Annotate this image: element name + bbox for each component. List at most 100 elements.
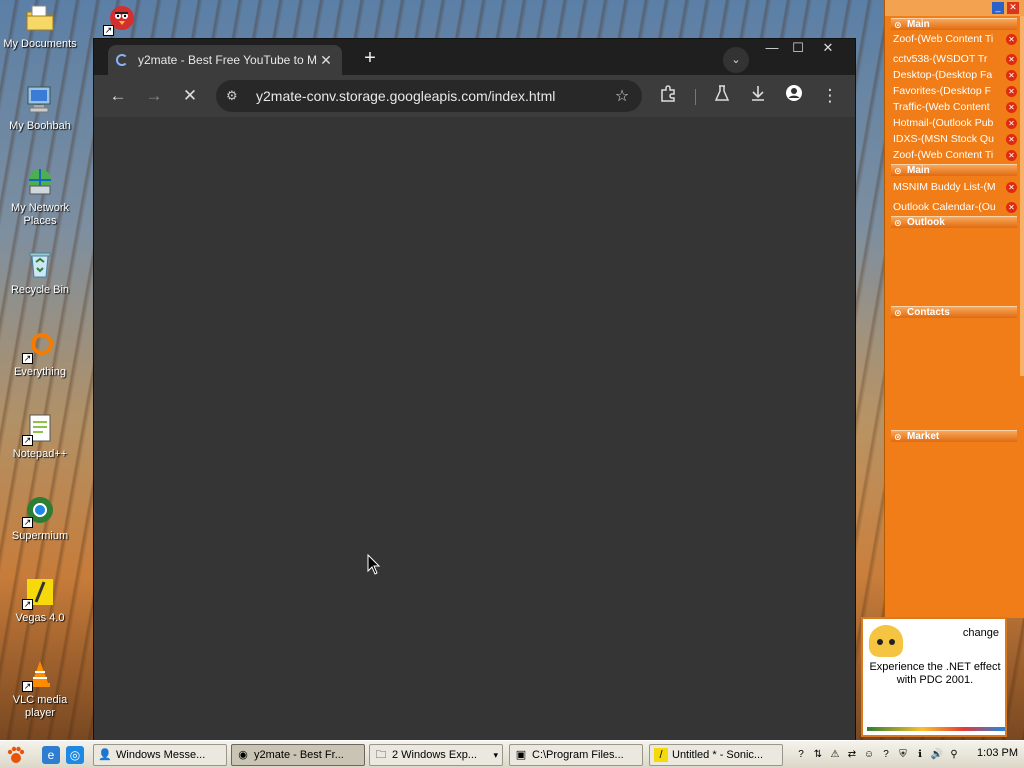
taskbar-clock[interactable]: 1:03 PM	[977, 747, 1018, 759]
desktop-icon-angry-bird[interactable]: ↗	[103, 2, 139, 38]
remove-icon[interactable]: ✕	[1006, 86, 1017, 97]
folder-documents-icon	[24, 2, 56, 34]
taskbar: e ◎ 👤 Windows Messe... ◉ y2mate - Best F…	[0, 740, 1024, 768]
remove-icon[interactable]: ✕	[1006, 54, 1017, 65]
desktop-icon-supermium[interactable]: ↗ Supermium	[0, 494, 80, 543]
messenger-tray-icon[interactable]: ☺	[862, 748, 876, 762]
vegas-icon: /	[654, 748, 668, 762]
start-button[interactable]	[6, 745, 26, 765]
desktop-icon-my-boohbah[interactable]: My Boohbah	[0, 84, 80, 133]
task-y2mate-browser[interactable]: ◉ y2mate - Best Fr...	[231, 744, 365, 766]
url-text: y2mate-conv.storage.googleapis.com/index…	[256, 88, 556, 104]
sidebar-section-outlook[interactable]: Outlook	[891, 216, 1017, 229]
desktop-icon-vegas[interactable]: ↗ Vegas 4.0	[0, 576, 80, 625]
shortcut-arrow-icon: ↗	[22, 353, 33, 364]
loading-spinner-icon	[116, 54, 128, 66]
security-shield-icon[interactable]: ⛨	[896, 748, 910, 762]
desktop-icon-recycle-bin[interactable]: Recycle Bin	[0, 248, 80, 297]
stop-loading-icon[interactable]: ✕	[178, 84, 202, 108]
close-button[interactable]: ✕	[814, 39, 842, 59]
quicklaunch-browser-icon[interactable]: ◎	[66, 746, 84, 764]
remove-icon[interactable]: ✕	[1006, 134, 1017, 145]
shortcut-arrow-icon: ↗	[103, 25, 114, 36]
desktop-icon-label: Everything	[14, 366, 66, 378]
quicklaunch-ie-icon[interactable]: e	[42, 746, 60, 764]
warning-icon[interactable]: ⚠	[828, 748, 842, 762]
tab-close-icon[interactable]: ✕	[318, 52, 334, 69]
sidebar-item[interactable]: Favorites-(Desktop F ✕	[893, 84, 1017, 98]
sidebar-item[interactable]: Zoof-(Web Content Ti ✕	[893, 148, 1017, 162]
sidebar-item[interactable]: Traffic-(Web Content ✕	[893, 100, 1017, 114]
help-icon[interactable]: ?	[794, 748, 808, 762]
sidebar-close-icon[interactable]: ✕	[1007, 2, 1019, 14]
task-windows-messenger[interactable]: 👤 Windows Messe...	[93, 744, 227, 766]
sidebar-title-bar: _ ✕	[885, 0, 1024, 16]
sidebar-item[interactable]: Zoof-(Web Content Ti ✕	[893, 32, 1017, 46]
help-tray-icon[interactable]: ?	[879, 748, 893, 762]
address-bar[interactable]: ⚙ y2mate-conv.storage.googleapis.com/ind…	[216, 80, 642, 112]
sidebar-item[interactable]: cctv538-(WSDOT Tr ✕	[893, 52, 1017, 66]
search-icon[interactable]: ⚲	[947, 748, 961, 762]
change-link[interactable]: change	[963, 627, 999, 639]
desktop-icon-label: Vegas 4.0	[15, 612, 65, 624]
sidebar-section-main-2[interactable]: Main	[891, 164, 1017, 177]
network-icon[interactable]: ⇄	[845, 748, 859, 762]
toolbar-separator	[695, 89, 696, 105]
remove-icon[interactable]: ✕	[1006, 182, 1017, 193]
labs-flask-icon[interactable]	[710, 84, 734, 108]
promo-notification: change Experience the .NET effect with P…	[861, 617, 1007, 737]
bookmark-star-icon[interactable]: ☆	[612, 86, 632, 106]
shortcut-arrow-icon: ↗	[22, 435, 33, 446]
page-content[interactable]	[94, 117, 855, 743]
minimize-button[interactable]: —	[758, 39, 786, 59]
profile-avatar-icon[interactable]	[782, 84, 806, 108]
tab-search-chevron-icon[interactable]: ⌄	[723, 47, 749, 73]
desktop-icon-vlc[interactable]: ↗ VLC media player	[0, 658, 80, 720]
sidebar-scrollbar[interactable]	[1020, 16, 1024, 376]
desktop-icon-label: VLC media player	[12, 694, 68, 719]
wifi-signal-icon[interactable]: ⇅	[811, 748, 825, 762]
sidebar-item[interactable]: Desktop-(Desktop Fa ✕	[893, 68, 1017, 82]
desktop-icon-notepadpp[interactable]: ↗ Notepad++	[0, 412, 80, 461]
maximize-button[interactable]: ☐	[784, 39, 812, 59]
sidebar-item[interactable]: Hotmail-(Outlook Pub ✕	[893, 116, 1017, 130]
sidebar-section-main[interactable]: Main	[891, 18, 1017, 31]
remove-icon[interactable]: ✕	[1006, 70, 1017, 81]
info-icon[interactable]: ℹ	[913, 748, 927, 762]
vlc-cone-icon: ↗	[22, 658, 56, 692]
sidebar-item[interactable]: IDXS-(MSN Stock Qu ✕	[893, 132, 1017, 146]
site-settings-icon[interactable]: ⚙	[226, 88, 244, 104]
desktop-icon-label: Notepad++	[12, 448, 68, 460]
console-icon: ▣	[515, 749, 527, 761]
new-tab-button[interactable]: +	[356, 47, 384, 71]
shortcut-arrow-icon: ↗	[22, 599, 33, 610]
remove-icon[interactable]: ✕	[1006, 202, 1017, 213]
notepadpp-icon: ↗	[22, 412, 56, 446]
desktop-icon-my-documents[interactable]: My Documents	[0, 2, 80, 51]
sidebar-minimize-icon[interactable]: _	[992, 2, 1004, 14]
sidebar-item[interactable]: MSNIM Buddy List-(M ✕	[893, 180, 1017, 194]
sidebar-section-contacts[interactable]: Contacts	[891, 306, 1017, 319]
back-arrow-icon[interactable]: ←	[106, 84, 130, 108]
browser-tab[interactable]: y2mate - Best Free YouTube to MP ✕	[108, 45, 342, 75]
remove-icon[interactable]: ✕	[1006, 150, 1017, 161]
task-windows-explorer[interactable]: 🗀 2 Windows Exp... ▾	[369, 744, 503, 766]
group-dropdown-icon[interactable]: ▾	[493, 750, 498, 761]
download-icon[interactable]	[746, 84, 770, 108]
remove-icon[interactable]: ✕	[1006, 102, 1017, 113]
task-program-files[interactable]: ▣ C:\Program Files...	[509, 744, 643, 766]
desktop-icon-everything[interactable]: ↗ Everything	[0, 330, 80, 379]
extensions-puzzle-icon[interactable]	[656, 84, 680, 108]
sidebar-item[interactable]: Outlook Calendar-(Ou ✕	[893, 200, 1017, 214]
notification-message: Experience the .NET effect with PDC 2001…	[869, 661, 1001, 686]
messenger-icon: 👤	[98, 749, 112, 761]
tab-title: y2mate - Best Free YouTube to MP	[138, 53, 318, 67]
volume-icon[interactable]: 🔊	[930, 748, 944, 762]
remove-icon[interactable]: ✕	[1006, 34, 1017, 45]
menu-kebab-icon[interactable]: ⋮	[818, 84, 842, 108]
remove-icon[interactable]: ✕	[1006, 118, 1017, 129]
sidebar-section-market[interactable]: Market	[891, 430, 1017, 443]
task-sonic-vegas[interactable]: / Untitled * - Sonic...	[649, 744, 783, 766]
desktop-icon-my-network-places[interactable]: My Network Places	[0, 166, 80, 228]
forward-arrow-icon[interactable]: →	[142, 84, 166, 108]
